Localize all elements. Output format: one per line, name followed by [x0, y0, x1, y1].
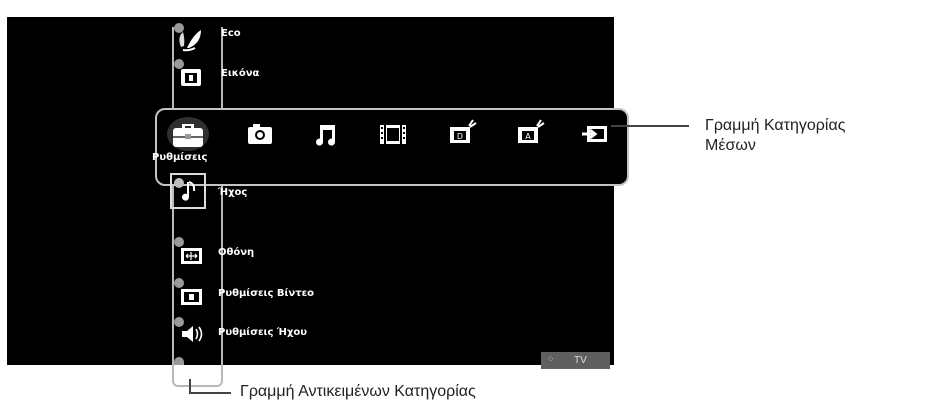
film-icon	[380, 125, 406, 144]
input-icon	[582, 126, 607, 142]
menu-label-video-settings: Ρυθμίσεις Βίντεο	[218, 288, 315, 299]
navigation-dots-icon: ⁘	[547, 354, 555, 364]
toolbox-icon	[167, 117, 209, 151]
media-item-analog-tv[interactable]: A	[513, 115, 547, 149]
media-selected-label: Ρυθμίσεις	[152, 152, 208, 163]
svg-text:A: A	[525, 132, 531, 141]
speaker-icon	[174, 317, 203, 342]
screen-icon	[174, 237, 202, 264]
menu-label-sound-settings: Ρυθμίσεις Ήχου	[218, 327, 308, 338]
menu-item-sound-settings[interactable]	[171, 315, 205, 349]
menu-item-screen[interactable]	[171, 235, 205, 269]
eco-leaf-icon	[174, 23, 201, 52]
menu-item-picture[interactable]	[171, 57, 205, 91]
picture-icon	[174, 59, 201, 86]
media-bar-callout-line	[611, 125, 689, 127]
menu-label-eco: Eco	[221, 28, 241, 39]
video-settings-icon	[174, 278, 202, 305]
tv-source-label: TV	[574, 355, 587, 366]
tv-screen: Eco Εικόνα Ρυθμίσεις D A Ήχος Οθόνη Ρυθμ…	[7, 17, 629, 387]
menu-item-partial	[174, 357, 184, 365]
media-item-video[interactable]	[376, 117, 410, 151]
media-bar-callout-line2: Μέσων	[705, 137, 756, 154]
digital-tv-icon: D	[450, 119, 477, 143]
analog-tv-icon: A	[518, 119, 545, 143]
items-bar-callout: Γραμμή Αντικειμένων Κατηγορίας	[240, 383, 476, 400]
music-icon	[316, 125, 336, 146]
menu-label-screen: Οθόνη	[218, 247, 255, 258]
menu-item-sound-selected[interactable]	[170, 173, 206, 209]
media-bar-callout-line1: Γραμμή Κατηγορίας	[705, 117, 846, 134]
items-callout-line-horizontal	[189, 392, 231, 394]
media-item-music[interactable]	[309, 117, 343, 151]
svg-text:D: D	[457, 132, 463, 141]
media-bar-callout: Γραμμή Κατηγορίας Μέσων	[705, 116, 845, 156]
menu-label-picture: Εικόνα	[221, 68, 260, 79]
menu-item-video-settings[interactable]	[171, 276, 205, 310]
media-item-input[interactable]	[578, 117, 612, 151]
menu-label-sound: Ήχος	[218, 187, 248, 198]
camera-icon	[248, 124, 272, 144]
media-item-digital-tv[interactable]: D	[445, 115, 479, 149]
tv-source-button[interactable]: ⁘ TV	[541, 352, 610, 369]
items-callout-line-vertical	[189, 379, 191, 393]
menu-item-eco[interactable]	[171, 21, 205, 55]
music-note-icon	[174, 178, 196, 201]
media-item-photo[interactable]	[243, 117, 277, 151]
media-item-settings[interactable]	[166, 112, 210, 152]
